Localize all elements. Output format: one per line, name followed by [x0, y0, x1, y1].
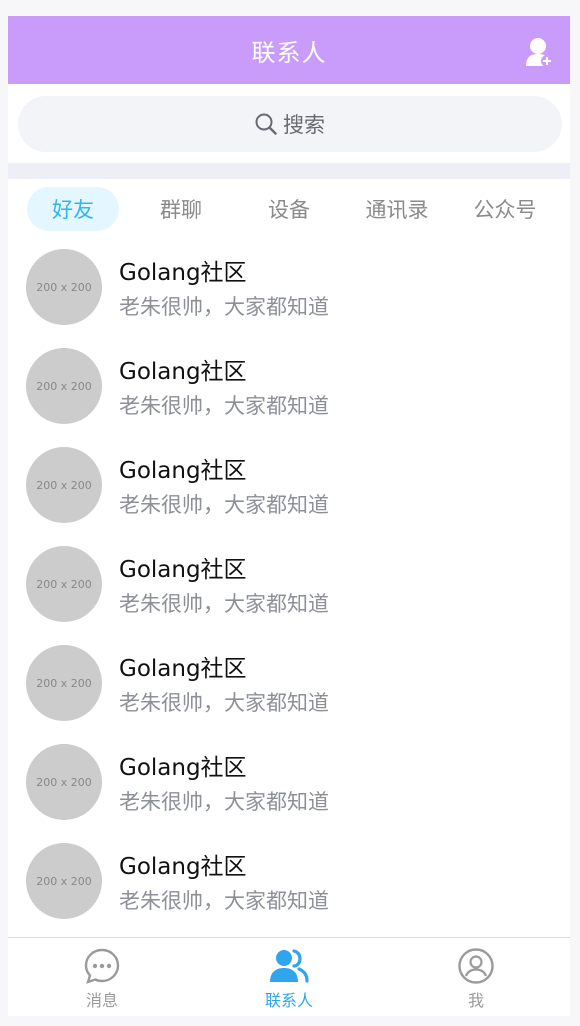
- page-title: 联系人: [251, 38, 327, 67]
- nav-messages[interactable]: 消息: [32, 938, 172, 1016]
- contact-name: Golang社区: [119, 854, 247, 880]
- contact-list-item[interactable]: 200 x 200 Golang社区 老朱很帅，大家都知道: [8, 843, 570, 942]
- contact-name: Golang社区: [119, 359, 247, 385]
- nav-label: 消息: [85, 991, 118, 1010]
- tab-devices[interactable]: 设备: [243, 187, 335, 231]
- contact-tabs: 好友 群聊 设备 通讯录 公众号: [8, 179, 570, 241]
- avatar: 200 x 200: [26, 348, 102, 424]
- nav-label: 联系人: [264, 991, 313, 1010]
- search-label: 搜索: [283, 113, 325, 137]
- contacts-icon: [269, 947, 309, 985]
- bottom-nav: 消息 联系人 我: [8, 937, 570, 1016]
- contact-name: Golang社区: [119, 755, 247, 781]
- contact-name: Golang社区: [119, 260, 247, 286]
- contact-description: 老朱很帅，大家都知道: [119, 889, 329, 913]
- contact-description: 老朱很帅，大家都知道: [119, 493, 329, 517]
- contact-list-item[interactable]: 200 x 200 Golang社区 老朱很帅，大家都知道: [8, 447, 570, 546]
- contact-description: 老朱很帅，大家都知道: [119, 394, 329, 418]
- contact-name: Golang社区: [119, 656, 247, 682]
- avatar: 200 x 200: [26, 843, 102, 919]
- contact-list-item[interactable]: 200 x 200 Golang社区 老朱很帅，大家都知道: [8, 546, 570, 645]
- tab-friends[interactable]: 好友: [27, 187, 119, 231]
- search-input[interactable]: 搜索: [18, 96, 562, 152]
- add-contact-icon[interactable]: [526, 36, 554, 68]
- avatar: 200 x 200: [26, 645, 102, 721]
- chat-bubble-icon: [82, 947, 122, 985]
- contact-description: 老朱很帅，大家都知道: [119, 790, 329, 814]
- avatar: 200 x 200: [26, 546, 102, 622]
- search-icon: [255, 113, 277, 135]
- tab-official-accounts[interactable]: 公众号: [459, 187, 551, 231]
- profile-icon: [456, 947, 496, 985]
- avatar: 200 x 200: [26, 249, 102, 325]
- contact-list-item[interactable]: 200 x 200 Golang社区 老朱很帅，大家都知道: [8, 348, 570, 447]
- contact-name: Golang社区: [119, 458, 247, 484]
- nav-me[interactable]: 我: [406, 938, 546, 1016]
- avatar: 200 x 200: [26, 744, 102, 820]
- section-divider: [8, 163, 570, 179]
- contact-description: 老朱很帅，大家都知道: [119, 295, 329, 319]
- nav-contacts[interactable]: 联系人: [219, 938, 359, 1016]
- contact-list-item[interactable]: 200 x 200 Golang社区 老朱很帅，大家都知道: [8, 744, 570, 843]
- tab-groups[interactable]: 群聊: [135, 187, 227, 231]
- contact-description: 老朱很帅，大家都知道: [119, 691, 329, 715]
- nav-label: 我: [467, 991, 484, 1010]
- tab-address-book[interactable]: 通讯录: [351, 187, 443, 231]
- contact-name: Golang社区: [119, 557, 247, 583]
- app-header: 联系人: [8, 16, 570, 84]
- search-area: 搜索: [8, 84, 570, 164]
- avatar: 200 x 200: [26, 447, 102, 523]
- contact-list-item[interactable]: 200 x 200 Golang社区 老朱很帅，大家都知道: [8, 645, 570, 744]
- contact-list-item[interactable]: 200 x 200 Golang社区 老朱很帅，大家都知道: [8, 249, 570, 348]
- app-screen: 联系人 搜索 好友 群聊 设备 通讯录 公众号 200 x 200 Golang…: [8, 16, 570, 1016]
- contact-description: 老朱很帅，大家都知道: [119, 592, 329, 616]
